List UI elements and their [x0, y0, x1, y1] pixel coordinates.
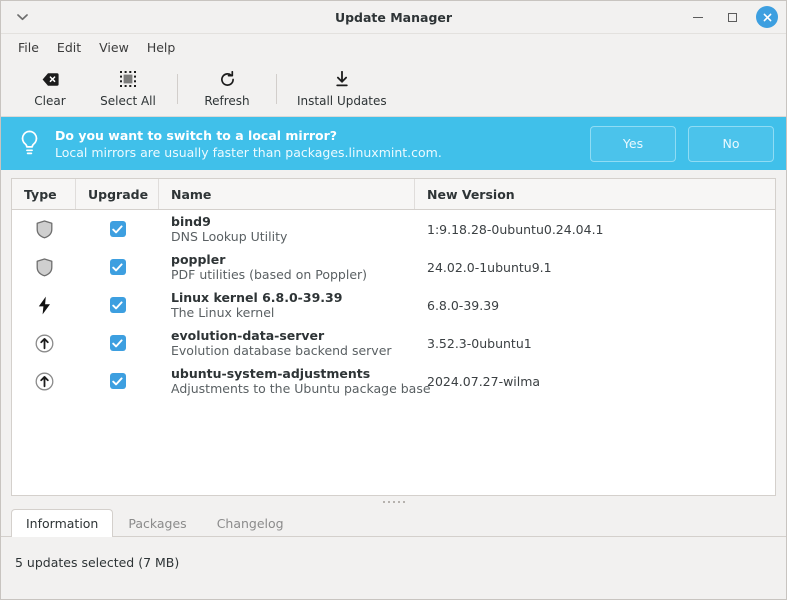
upgrade-checkbox[interactable]: [76, 286, 159, 324]
package-description: Evolution database backend server: [171, 343, 392, 358]
package-version-cell: 2024.07.27-wilma: [415, 362, 775, 400]
bottom-tabs: Information Packages Changelog: [1, 507, 786, 537]
window-controls: [688, 6, 778, 28]
upgrade-checkbox[interactable]: [76, 324, 159, 362]
package-version: 6.8.0-39.39: [427, 297, 500, 313]
chevron-down-icon[interactable]: [9, 5, 35, 29]
menu-item-edit[interactable]: Edit: [48, 37, 90, 58]
updates-table-body: bind9 DNS Lookup Utility 1:9.18.28-0ubuntu…: [12, 210, 775, 495]
arrow-up-circle-icon: [12, 362, 76, 400]
tab-packages[interactable]: Packages: [113, 509, 201, 537]
lightbulb-icon: [17, 130, 41, 157]
column-header-new-version[interactable]: New Version: [415, 179, 775, 209]
table-row[interactable]: Linux kernel 6.8.0-39.39 The Linux kernel…: [12, 286, 775, 324]
window-title: Update Manager: [334, 9, 453, 25]
status-bar: 5 updates selected (7 MB): [1, 537, 786, 599]
package-name: ubuntu-system-adjustments: [171, 365, 371, 381]
package-description: The Linux kernel: [171, 305, 275, 320]
status-text: 5 updates selected (7 MB): [15, 555, 180, 570]
install-updates-icon: [334, 70, 350, 89]
refresh-button[interactable]: Refresh: [188, 68, 266, 110]
package-cell: poppler PDF utilities (based on Poppler): [159, 248, 415, 286]
package-cell: bind9 DNS Lookup Utility: [159, 210, 415, 248]
arrow-up-circle-icon: [12, 324, 76, 362]
clear-button-label: Clear: [34, 93, 66, 108]
menu-item-view[interactable]: View: [90, 37, 138, 58]
install-updates-button[interactable]: Install Updates: [287, 68, 397, 110]
maximize-icon[interactable]: [722, 7, 742, 27]
title-bar: Update Manager: [1, 1, 786, 34]
package-name: evolution-data-server: [171, 327, 325, 343]
menu-bar: File Edit View Help: [1, 34, 786, 61]
package-version-cell: 1:9.18.28-0ubuntu0.24.04.1: [415, 210, 775, 248]
package-version: 2024.07.27-wilma: [427, 373, 541, 389]
shield-icon: [12, 210, 76, 248]
refresh-button-label: Refresh: [204, 93, 250, 108]
infobar-text: Do you want to switch to a local mirror?…: [55, 128, 576, 160]
infobar-subtitle: Local mirrors are usually faster than pa…: [55, 144, 442, 160]
select-all-button[interactable]: Select All: [89, 68, 167, 110]
package-description: Adjustments to the Ubuntu package base: [171, 381, 431, 396]
column-header-type[interactable]: Type: [12, 179, 76, 209]
package-name: poppler: [171, 251, 226, 267]
toolbar-separator: [276, 73, 277, 104]
table-row[interactable]: ubuntu-system-adjustments Adjustments to …: [12, 362, 775, 400]
clear-icon: [42, 70, 59, 89]
column-header-upgrade[interactable]: Upgrade: [76, 179, 159, 209]
package-description: PDF utilities (based on Poppler): [171, 267, 368, 282]
updates-table-header: Type Upgrade Name New Version: [12, 179, 775, 210]
package-description: DNS Lookup Utility: [171, 229, 288, 244]
tab-changelog[interactable]: Changelog: [202, 509, 299, 537]
infobar-title: Do you want to switch to a local mirror?: [55, 127, 338, 143]
package-version: 24.02.0-1ubuntu9.1: [427, 259, 552, 275]
clear-button[interactable]: Clear: [11, 68, 89, 110]
table-row[interactable]: evolution-data-server Evolution database …: [12, 324, 775, 362]
package-version: 1:9.18.28-0ubuntu0.24.04.1: [427, 221, 604, 237]
package-cell: ubuntu-system-adjustments Adjustments to …: [159, 362, 431, 400]
shield-icon: [12, 248, 76, 286]
table-row[interactable]: poppler PDF utilities (based on Poppler) 2…: [12, 248, 775, 286]
tab-information[interactable]: Information: [11, 509, 114, 537]
package-version: 3.52.3-0ubuntu1: [427, 335, 532, 351]
package-cell: evolution-data-server Evolution database …: [159, 324, 415, 362]
pane-resize-grip[interactable]: [1, 496, 786, 507]
infobar-no-button[interactable]: No: [688, 125, 774, 162]
package-version-cell: 24.02.0-1ubuntu9.1: [415, 248, 775, 286]
updates-list: Type Upgrade Name New Version bind9 DNS L…: [11, 178, 776, 496]
package-version-cell: 3.52.3-0ubuntu1: [415, 324, 775, 362]
select-all-button-label: Select All: [100, 93, 156, 108]
menu-item-help[interactable]: Help: [138, 37, 185, 58]
install-updates-button-label: Install Updates: [297, 93, 387, 108]
select-all-icon: [120, 70, 136, 89]
local-mirror-infobar: Do you want to switch to a local mirror?…: [1, 117, 786, 170]
toolbar: Clear Select All Refresh Install Updates: [1, 61, 786, 117]
toolbar-separator: [177, 73, 178, 104]
package-name: bind9: [171, 213, 211, 229]
package-cell: Linux kernel 6.8.0-39.39 The Linux kernel: [159, 286, 415, 324]
infobar-actions: Yes No: [590, 125, 774, 162]
upgrade-checkbox[interactable]: [76, 362, 159, 400]
close-icon[interactable]: [756, 6, 778, 28]
lightning-bolt-icon: [12, 286, 76, 324]
update-manager-window: Update Manager File Edit View Help Clear…: [0, 0, 787, 600]
column-header-name[interactable]: Name: [159, 179, 415, 209]
upgrade-checkbox[interactable]: [76, 210, 159, 248]
refresh-icon: [219, 70, 236, 89]
menu-item-file[interactable]: File: [9, 37, 48, 58]
upgrade-checkbox[interactable]: [76, 248, 159, 286]
package-version-cell: 6.8.0-39.39: [415, 286, 775, 324]
infobar-yes-button[interactable]: Yes: [590, 125, 676, 162]
title-bar-left: [9, 5, 89, 29]
minimize-icon[interactable]: [688, 7, 708, 27]
package-name: Linux kernel 6.8.0-39.39: [171, 289, 343, 305]
table-row[interactable]: bind9 DNS Lookup Utility 1:9.18.28-0ubuntu…: [12, 210, 775, 248]
